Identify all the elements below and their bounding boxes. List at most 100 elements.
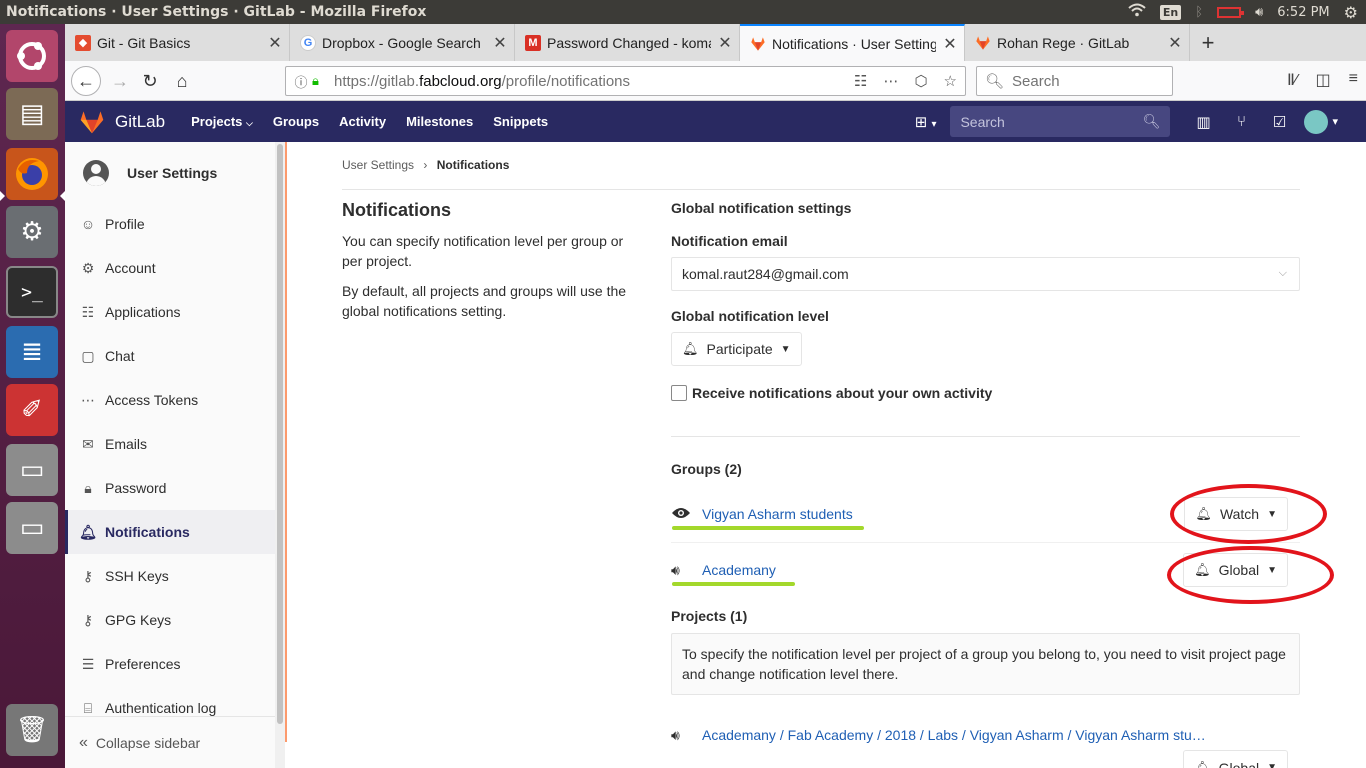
close-icon[interactable]: ✕ bbox=[1161, 33, 1189, 53]
sidebar-item-ssh-keys[interactable]: ⚷ SSH Keys bbox=[65, 554, 275, 598]
sidebar-item-chat[interactable]: ▢ Chat bbox=[65, 334, 275, 378]
project-notification-level-dropdown[interactable]: 🔔︎ Global ▼ bbox=[1183, 750, 1288, 768]
chat-icon: ▢ bbox=[81, 347, 95, 364]
search-placeholder: Search bbox=[960, 113, 1005, 130]
lock-icon: 🔒︎ bbox=[312, 73, 319, 88]
tab-label: Dropbox - Google Search bbox=[322, 34, 481, 51]
site-info-icon[interactable]: ⓘ bbox=[290, 72, 312, 91]
browser-tab[interactable]: ◆ Git - Git Basics ✕ bbox=[65, 24, 290, 61]
menu-icon[interactable]: ≡ bbox=[1349, 70, 1358, 90]
nav-groups[interactable]: Groups bbox=[263, 114, 329, 129]
clock[interactable]: 6:52 PM bbox=[1277, 5, 1329, 20]
browser-search-input[interactable]: 🔍︎ Search bbox=[976, 66, 1173, 96]
divider bbox=[342, 189, 1300, 190]
git-icon: ◆ bbox=[75, 34, 91, 51]
sidebar-item-notifications[interactable]: 🔔︎ Notifications bbox=[65, 510, 275, 554]
forward-button[interactable]: → bbox=[105, 66, 135, 96]
new-tab-button[interactable]: + bbox=[1190, 24, 1226, 61]
nav-snippets[interactable]: Snippets bbox=[483, 114, 558, 129]
disk-drive-icon[interactable]: ▭ bbox=[6, 502, 58, 554]
merge-request-icon[interactable]: ⑂ bbox=[1222, 113, 1260, 130]
notification-email-select[interactable]: komal.raut284@gmail.com ⌵ bbox=[671, 257, 1300, 291]
bluetooth-icon[interactable]: ᛒ bbox=[1195, 5, 1203, 20]
gitlab-header: GitLab Projects ⌵ Groups Activity Milest… bbox=[65, 101, 1366, 142]
sidebar-scrollbar[interactable] bbox=[275, 142, 285, 768]
sidebar-item-gpg-keys[interactable]: ⚷ GPG Keys bbox=[65, 598, 275, 642]
library-icon[interactable]: Ⅱ∕ bbox=[1287, 70, 1298, 90]
firefox-icon[interactable] bbox=[6, 148, 58, 200]
own-activity-checkbox[interactable] bbox=[671, 385, 687, 401]
bookmark-star-icon[interactable]: ☆ bbox=[944, 72, 957, 90]
sidebar-item-account[interactable]: ⚙ Account bbox=[65, 246, 275, 290]
browser-tab-active[interactable]: Notifications · User Settings ✕ bbox=[740, 24, 965, 61]
speaker-icon: 🔊︎ bbox=[671, 726, 680, 743]
sidebar-header[interactable]: User Settings bbox=[65, 142, 285, 204]
url-text[interactable]: https://gitlab.fabcloud.org/profile/noti… bbox=[334, 73, 630, 90]
new-item-plus-icon[interactable]: ⊞ ▾ bbox=[915, 113, 937, 131]
url-bar[interactable]: ⓘ 🔒︎ https://gitlab.fabcloud.org/profile… bbox=[285, 66, 966, 96]
bell-icon: 🔔︎ bbox=[79, 523, 97, 540]
pocket-icon[interactable]: ⬡ bbox=[914, 72, 927, 90]
sidebar-item-password[interactable]: 🔒︎ Password bbox=[65, 466, 275, 510]
disk-drive-icon[interactable]: ▭ bbox=[6, 444, 58, 496]
power-gear-icon[interactable]: ⚙ bbox=[1344, 3, 1358, 22]
group-link[interactable]: Vigyan Asharm students bbox=[672, 506, 864, 530]
gitlab-icon bbox=[750, 36, 766, 52]
system-settings-icon[interactable]: ⚙ bbox=[6, 206, 58, 258]
sidebar-item-preferences[interactable]: ☰ Preferences bbox=[65, 642, 275, 686]
gitlab-search-input[interactable]: Search 🔍︎ bbox=[950, 106, 1171, 137]
description-column: Notifications You can specify notificati… bbox=[342, 200, 642, 331]
volume-icon[interactable]: 🔊︎ bbox=[1255, 5, 1263, 20]
nav-projects[interactable]: Projects ⌵ bbox=[181, 114, 263, 129]
todo-sidebar-icon[interactable]: ▥ bbox=[1184, 113, 1222, 131]
sidebar-item-access-tokens[interactable]: ⋯ Access Tokens bbox=[65, 378, 275, 422]
browser-tab-strip: ◆ Git - Git Basics ✕ G Dropbox - Google … bbox=[65, 24, 1366, 61]
sidebar-item-profile[interactable]: ☺ Profile bbox=[65, 202, 275, 246]
keyboard-layout-indicator[interactable]: En bbox=[1159, 4, 1182, 20]
browser-tab[interactable]: G Dropbox - Google Search ✕ bbox=[290, 24, 515, 61]
close-icon[interactable]: ✕ bbox=[486, 33, 514, 53]
close-icon[interactable]: ✕ bbox=[711, 33, 739, 53]
global-notification-level-dropdown[interactable]: 🔔︎ Participate ▼ bbox=[671, 332, 802, 366]
url-prefix: https://gitlab. bbox=[334, 72, 420, 90]
gitlab-logo[interactable]: GitLab bbox=[79, 110, 165, 134]
reload-button[interactable]: ↻ bbox=[135, 66, 165, 96]
lock-icon: 🔒︎ bbox=[84, 479, 92, 496]
battery-icon[interactable] bbox=[1217, 6, 1245, 18]
close-icon[interactable]: ✕ bbox=[936, 34, 964, 54]
browser-tab[interactable]: M Password Changed - komal ✕ bbox=[515, 24, 740, 61]
scrollbar-thumb[interactable] bbox=[277, 144, 283, 724]
wifi-icon[interactable] bbox=[1128, 3, 1146, 21]
home-button[interactable]: ⌂ bbox=[167, 66, 197, 96]
collapse-sidebar-button[interactable]: « Collapse sidebar bbox=[65, 716, 275, 768]
reader-view-icon[interactable]: ☷ bbox=[854, 72, 867, 90]
todos-check-icon[interactable]: ☑ bbox=[1260, 113, 1298, 131]
breadcrumb-parent[interactable]: User Settings bbox=[342, 158, 414, 172]
back-button[interactable]: ← bbox=[71, 66, 101, 96]
chevron-down-icon[interactable]: ▾ bbox=[1332, 115, 1338, 128]
sidebar-item-label: Preferences bbox=[105, 656, 181, 672]
trash-icon[interactable]: 🗑︎ bbox=[6, 704, 58, 756]
sidebar-item-applications[interactable]: ☷ Applications bbox=[65, 290, 275, 334]
browser-tab[interactable]: Rohan Rege · GitLab ✕ bbox=[965, 24, 1190, 61]
ubuntu-dash-icon[interactable] bbox=[6, 30, 58, 82]
own-activity-checkbox-row[interactable]: Receive notifications about your own act… bbox=[671, 385, 992, 401]
page-actions-icon[interactable]: ⋯ bbox=[883, 72, 898, 90]
close-icon[interactable]: ✕ bbox=[261, 33, 289, 53]
writer-icon[interactable]: ≣ bbox=[6, 326, 58, 378]
document-viewer-icon[interactable]: ✐ bbox=[6, 384, 58, 436]
sidebar-toggle-icon[interactable]: ◫ bbox=[1316, 70, 1331, 90]
terminal-icon[interactable]: >_ bbox=[6, 266, 58, 318]
user-avatar[interactable] bbox=[1304, 109, 1329, 134]
group-link[interactable]: Academany bbox=[672, 562, 795, 586]
gitlab-top-nav: Projects ⌵ Groups Activity Milestones Sn… bbox=[181, 114, 558, 129]
nav-activity[interactable]: Activity bbox=[329, 114, 396, 129]
files-icon[interactable]: ▤ bbox=[6, 88, 58, 140]
eye-icon bbox=[671, 506, 693, 522]
gitlab-header-right: ⊞ ▾ Search 🔍︎ ▥ ⑂ ☑ ▾ bbox=[915, 101, 1366, 142]
sidebar-item-label: Chat bbox=[105, 348, 135, 364]
sidebar-item-label: Access Tokens bbox=[105, 392, 199, 408]
nav-milestones[interactable]: Milestones bbox=[396, 114, 483, 129]
sidebar-item-emails[interactable]: ✉ Emails bbox=[65, 422, 275, 466]
project-link[interactable]: Academany / Fab Academy / 2018 / Labs / … bbox=[702, 727, 1212, 743]
